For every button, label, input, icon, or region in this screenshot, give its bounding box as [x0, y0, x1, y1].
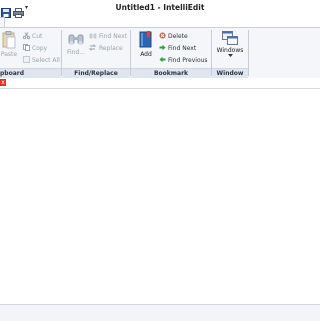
window-group: Windows Window	[212, 28, 248, 78]
bookmark-find-next-button[interactable]: Find Next	[159, 44, 196, 53]
select-all-icon	[23, 56, 30, 65]
bookmark-book-icon	[135, 31, 157, 51]
title-bar: ▾ Untitled1 - IntelliEdit	[0, 0, 320, 18]
add-bookmark-button[interactable]: Add	[135, 31, 157, 58]
arrow-right-icon	[159, 44, 166, 53]
find-button[interactable]: Find...	[65, 31, 87, 56]
select-all-button[interactable]: Select All	[23, 56, 60, 65]
windows-icon	[214, 31, 246, 47]
windows-button[interactable]: Windows	[214, 31, 246, 58]
replace-label: Replace	[99, 45, 123, 52]
bookmark-group: Add Delete Find Next Find Previous Bookm…	[131, 28, 211, 78]
select-all-label: Select All	[32, 57, 60, 64]
editor-area[interactable]	[0, 89, 320, 304]
find-replace-group-label: Find/Replace	[62, 68, 130, 78]
replace-icon	[88, 44, 97, 53]
find-next-button[interactable]: Find Next	[89, 32, 127, 41]
find-replace-group: Find... Find Next Replace Find/Replace	[62, 28, 130, 78]
window-group-label: Window	[212, 68, 248, 78]
find-next-label: Find Next	[99, 33, 128, 40]
add-label: Add	[140, 51, 152, 58]
paste-button[interactable]: Paste	[0, 31, 18, 58]
find-label: Find...	[66, 49, 85, 56]
bookmark-find-previous-label: Find Previous	[168, 57, 208, 64]
replace-button[interactable]: Replace	[88, 44, 123, 53]
windows-label: Windows	[216, 47, 244, 54]
bookmark-find-previous-button[interactable]: Find Previous	[159, 56, 208, 65]
cut-button[interactable]: Cut	[22, 32, 43, 41]
binoculars-icon	[65, 31, 87, 49]
scissors-icon	[22, 32, 31, 41]
copy-icon	[23, 44, 30, 53]
window-title: Untitled1 - IntelliEdit	[115, 3, 205, 12]
paste-icon	[0, 31, 18, 51]
delete-bookmark-button[interactable]: Delete	[159, 32, 188, 41]
ribbon: Paste Cut Copy Select All pboard Find...…	[0, 27, 320, 79]
ribbon-separator	[248, 30, 249, 76]
chevron-down-icon	[214, 54, 246, 58]
find-next-icon	[89, 32, 97, 41]
clipboard-group-label: pboard	[0, 68, 61, 78]
cut-label: Cut	[32, 33, 43, 40]
document-tab-bar	[0, 78, 320, 89]
delete-icon	[159, 32, 166, 41]
status-bar	[0, 304, 320, 321]
close-document-icon[interactable]: x	[0, 79, 6, 86]
bookmark-find-next-label: Find Next	[168, 45, 197, 52]
paste-label: Paste	[0, 51, 18, 58]
copy-label: Copy	[32, 45, 48, 52]
delete-label: Delete	[168, 33, 188, 40]
copy-button[interactable]: Copy	[23, 44, 47, 53]
arrow-left-icon	[159, 56, 166, 65]
clipboard-group: Paste Cut Copy Select All pboard	[0, 28, 61, 78]
bookmark-group-label: Bookmark	[131, 68, 211, 78]
